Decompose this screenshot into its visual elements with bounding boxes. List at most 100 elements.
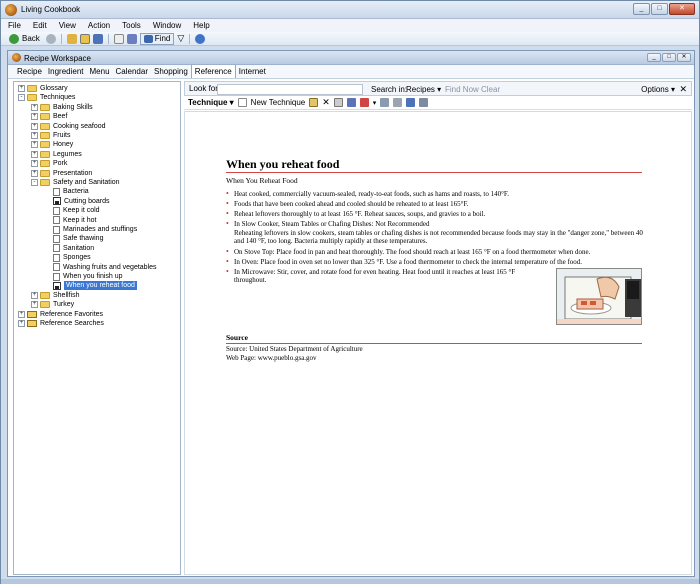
close-button[interactable]: ✕ xyxy=(669,3,695,15)
menu-file[interactable]: File xyxy=(1,19,26,30)
tree-item[interactable]: Keep it hot xyxy=(44,216,96,225)
export-icon[interactable] xyxy=(406,98,416,107)
tree-item[interactable]: Sponges xyxy=(44,253,91,262)
expand-icon[interactable]: + xyxy=(18,85,25,92)
tree-item[interactable]: + Shellfish xyxy=(31,291,79,300)
expand-icon[interactable]: + xyxy=(18,310,25,318)
home-icon[interactable] xyxy=(66,33,77,44)
new-technique-button[interactable]: New Technique xyxy=(251,98,306,107)
help-icon[interactable] xyxy=(195,33,206,44)
menu-window[interactable]: Window xyxy=(146,19,186,30)
back-arrow-icon[interactable] xyxy=(9,33,19,44)
collapse-icon[interactable]: - xyxy=(31,179,38,186)
back-button[interactable]: Back xyxy=(22,34,40,43)
tree-item[interactable]: Sanitation xyxy=(44,244,94,253)
tree-item[interactable]: Safe thawing xyxy=(44,234,103,243)
print-preview-icon[interactable] xyxy=(380,98,390,107)
menu-view[interactable]: View xyxy=(52,19,81,30)
tab-ingredient[interactable]: Ingredient xyxy=(45,65,87,78)
folder-icon[interactable] xyxy=(79,33,90,44)
tab-internet[interactable]: Internet xyxy=(236,65,269,78)
toolbar-divider xyxy=(60,33,62,44)
expand-icon[interactable]: + xyxy=(31,169,38,177)
tree-item[interactable]: + Reference Favorites xyxy=(18,310,103,319)
email-icon[interactable] xyxy=(419,98,429,107)
close-search-icon[interactable]: ✕ xyxy=(679,84,687,95)
tree-item[interactable]: + Turkey xyxy=(31,300,74,309)
expand-icon[interactable]: + xyxy=(31,122,38,130)
tree-item[interactable]: + Pork xyxy=(31,159,67,168)
expand-icon[interactable]: + xyxy=(31,301,38,309)
tree-item-label: Shellfish xyxy=(53,291,80,299)
tree-item-label: Fruits xyxy=(53,132,71,139)
folder-icon xyxy=(40,291,50,299)
flag-icon[interactable] xyxy=(359,98,369,107)
expand-icon[interactable]: + xyxy=(31,150,38,158)
app-title: Living Cookbook xyxy=(21,5,81,14)
tree-item[interactable]: + Reference Searches xyxy=(18,319,104,328)
panel-icon[interactable] xyxy=(92,33,103,44)
collapse-icon[interactable]: - xyxy=(18,94,25,102)
print-icon[interactable] xyxy=(393,98,403,107)
workspace-close-button[interactable]: ✕ xyxy=(677,53,691,62)
tree-item-label: Presentation xyxy=(53,169,93,177)
workspace-restore-button[interactable]: □ xyxy=(662,53,676,62)
tree-item[interactable]: + Baking Skills xyxy=(31,103,93,112)
forward-arrow-icon[interactable] xyxy=(45,33,56,44)
sort-icon[interactable] xyxy=(346,98,356,107)
tab-reference[interactable]: Reference xyxy=(190,64,236,78)
tab-recipe[interactable]: Recipe xyxy=(14,65,45,78)
tree-item[interactable]: + Legumes xyxy=(31,150,82,159)
tree-item[interactable]: When you reheat food xyxy=(44,281,137,291)
expand-icon[interactable]: + xyxy=(31,141,38,149)
menu-help[interactable]: Help xyxy=(186,19,214,30)
tree-item-label: Reference Searches xyxy=(40,320,104,327)
tree-item[interactable]: Keep it cold xyxy=(44,206,100,215)
tab-calendar[interactable]: Calendar xyxy=(113,65,151,78)
maximize-button[interactable]: □ xyxy=(651,3,668,15)
expand-icon[interactable]: + xyxy=(31,160,38,168)
expand-icon[interactable]: + xyxy=(31,291,38,299)
tree-item[interactable]: + Presentation xyxy=(31,169,92,178)
search-in-select[interactable]: Recipes ▾ xyxy=(406,85,441,94)
expand-icon[interactable]: + xyxy=(31,103,38,111)
tree-item[interactable]: Washing fruits and vegetables xyxy=(44,263,157,272)
expand-icon[interactable]: + xyxy=(31,132,38,139)
workspace-minimize-button[interactable]: _ xyxy=(647,53,661,62)
new-document-icon[interactable] xyxy=(237,98,247,107)
minimize-button[interactable]: _ xyxy=(633,3,650,15)
tree-item[interactable]: - Techniques xyxy=(18,93,75,102)
sort-icon[interactable] xyxy=(126,33,137,44)
look-for-input[interactable] xyxy=(217,84,363,95)
tree-item[interactable]: Bacteria xyxy=(44,187,89,196)
options-button[interactable]: Options ▾ xyxy=(641,85,675,94)
web-page-link[interactable]: Web Page: www.pueblo.gsa.gov xyxy=(226,354,363,363)
tree-item[interactable]: + Honey xyxy=(31,140,73,149)
properties-icon[interactable] xyxy=(333,98,343,107)
tab-shopping[interactable]: Shopping xyxy=(151,65,191,78)
search-in-value: Recipes xyxy=(406,85,435,94)
find-now-button[interactable]: Find Now xyxy=(445,85,479,94)
tree-item[interactable]: + Fruits xyxy=(31,131,71,140)
tree-item[interactable]: + Beef xyxy=(31,112,67,121)
tree-item[interactable]: + Glossary xyxy=(18,84,68,93)
filter-icon[interactable]: ▽ xyxy=(177,33,184,44)
flag-dropdown-icon[interactable]: ▾ xyxy=(373,99,377,107)
tab-menu[interactable]: Menu xyxy=(87,65,113,78)
tree-item[interactable]: When you finish up xyxy=(44,272,123,281)
clear-button[interactable]: Clear xyxy=(481,85,500,94)
menu-tools[interactable]: Tools xyxy=(115,19,146,30)
tree-item[interactable]: + Cooking seafood xyxy=(31,122,106,131)
edit-icon[interactable] xyxy=(309,98,319,107)
tree-item[interactable]: Cutting boards xyxy=(44,197,110,206)
expand-icon[interactable]: + xyxy=(31,113,38,121)
menu-action[interactable]: Action xyxy=(81,19,115,30)
delete-icon[interactable]: ✕ xyxy=(322,97,330,108)
tree-item[interactable]: Marinades and stuffings xyxy=(44,225,137,234)
tree-item[interactable]: - Safety and Sanitation xyxy=(31,178,120,187)
document-icon[interactable] xyxy=(113,33,124,44)
technique-dropdown[interactable]: Technique ▾ xyxy=(188,98,234,107)
expand-icon[interactable]: + xyxy=(18,320,25,327)
menu-edit[interactable]: Edit xyxy=(26,19,52,30)
find-button[interactable]: Find xyxy=(139,32,175,45)
